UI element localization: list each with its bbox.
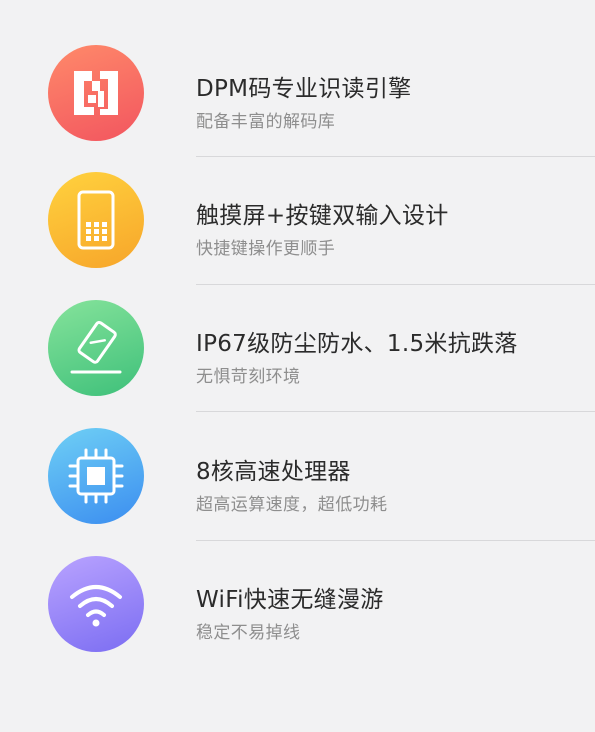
divider	[196, 540, 595, 541]
divider	[196, 411, 595, 412]
processor-chip-icon	[48, 428, 144, 524]
feature-subtitle: 超高运算速度，超低功耗	[196, 495, 388, 515]
feature-title: 触摸屏+按键双输入设计	[196, 203, 449, 229]
divider	[196, 284, 595, 285]
feature-title: 8核高速处理器	[196, 459, 351, 485]
feature-title: WiFi快速无缝漫游	[196, 587, 384, 613]
feature-item-wifi: WiFi快速无缝漫游 稳定不易掉线	[0, 556, 595, 732]
feature-subtitle: 配备丰富的解码库	[196, 112, 336, 132]
feature-title: IP67级防尘防水、1.5米抗跌落	[196, 331, 518, 357]
feature-subtitle: 无惧苛刻环境	[196, 367, 301, 387]
wifi-icon	[48, 556, 144, 652]
feature-subtitle: 快捷键操作更顺手	[196, 239, 336, 259]
divider	[196, 156, 595, 157]
keypad-phone-icon	[48, 172, 144, 268]
feature-list: DPM码专业识读引擎 配备丰富的解码库 触摸屏+按键双输入设计 快捷键操作更顺手	[0, 0, 595, 711]
feature-title: DPM码专业识读引擎	[196, 76, 412, 102]
drop-device-icon	[48, 300, 144, 396]
feature-subtitle: 稳定不易掉线	[196, 623, 301, 643]
dpm-code-icon	[48, 45, 144, 141]
